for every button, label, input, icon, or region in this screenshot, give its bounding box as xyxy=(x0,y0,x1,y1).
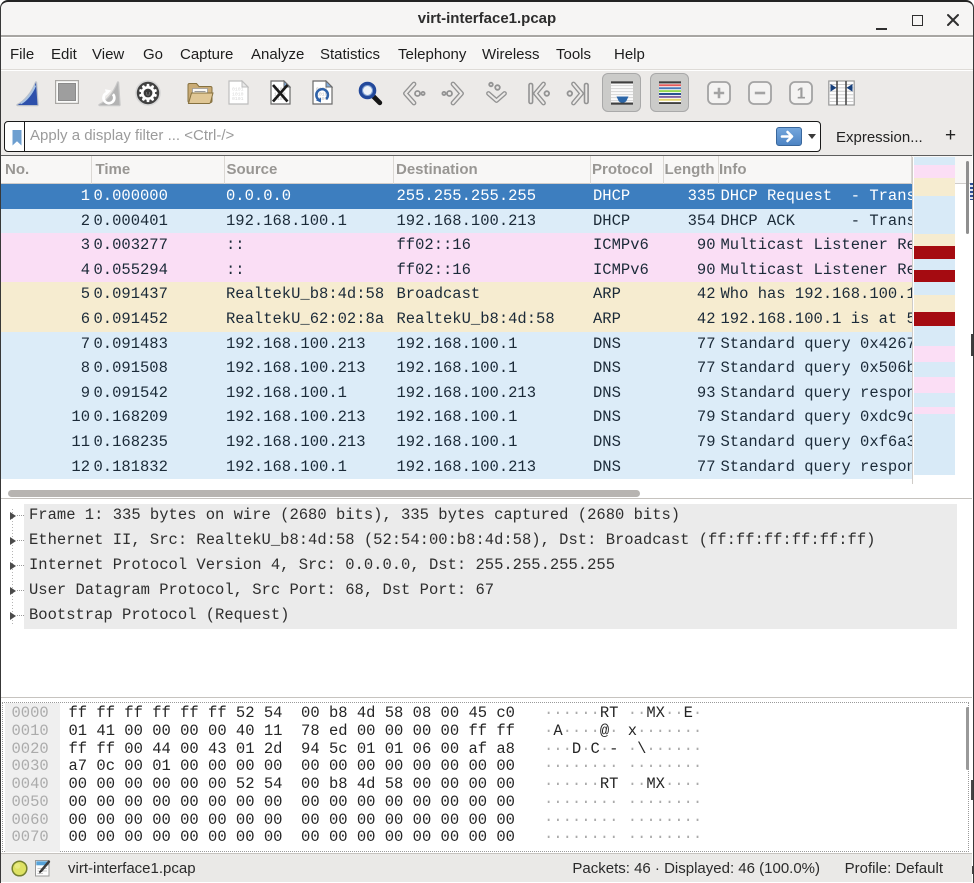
svg-text:0101: 0101 xyxy=(232,96,244,102)
svg-text:1: 1 xyxy=(797,86,806,103)
